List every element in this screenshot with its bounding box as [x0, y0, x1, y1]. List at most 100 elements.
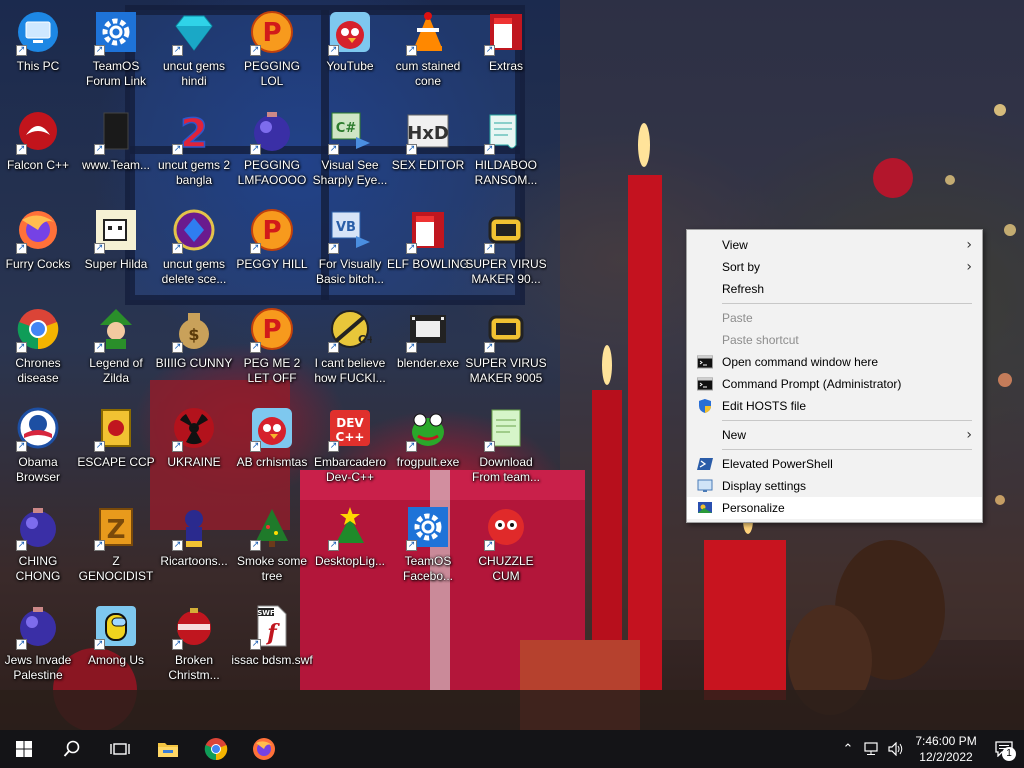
star-tree-icon: ↗ — [326, 503, 374, 551]
svg-text:Z: Z — [107, 515, 126, 545]
desktop-icon[interactable]: ↗ Chrones disease — [0, 299, 76, 393]
desktop-icon[interactable]: ↗ blender.exe — [390, 299, 466, 393]
desktop-icon[interactable]: ↗ Download From team... — [468, 398, 544, 492]
desktop-icon[interactable]: P↗ PEG ME 2 LET OFF STEAM — [234, 299, 310, 393]
desktop-icon[interactable]: ↗ Furry Cocks — [0, 200, 76, 294]
desktop-icon-label: Jews Invade Palestine — [4, 653, 72, 682]
desktop-icon[interactable]: ↗ uncut gems delete sce... — [156, 200, 232, 294]
desktop-icon[interactable]: ↗ Among Us — [78, 596, 154, 690]
desktop-icon[interactable]: ↗ UKRAINE — [156, 398, 232, 492]
desktop-icon[interactable]: ↗ www.Team... — [78, 101, 154, 195]
desktop-icon[interactable]: ↗ YouTube — [312, 2, 388, 96]
shortcut-arrow-icon: ↗ — [16, 144, 27, 155]
menu-item-elevated-powershell[interactable]: Elevated PowerShell — [687, 453, 982, 475]
gear-icon: ↗ — [92, 8, 140, 56]
desktop-icon-label: uncut gems delete sce... — [161, 257, 227, 286]
cpp-arrow-icon: C++ ↗ — [326, 305, 374, 353]
task-view-button[interactable] — [96, 730, 144, 768]
desktop-icon[interactable]: ↗ ESCAPE CCP — [77, 398, 155, 492]
menu-item-edit-hosts-file[interactable]: Edit HOSTS file — [687, 395, 982, 417]
menu-item-command-prompt-administrator[interactable]: Command Prompt (Administrator) — [687, 373, 982, 395]
menu-item-label: Elevated PowerShell — [722, 457, 833, 471]
chrome-button[interactable] — [192, 730, 240, 768]
menu-item-label: Open command window here — [722, 355, 879, 369]
chevron-up-icon[interactable]: ⌃ — [836, 730, 860, 768]
desktop-icon[interactable]: C# ↗ Visual See Sharply Eye... — [312, 101, 388, 195]
desktop-icon[interactable]: ↗ Smoke some tree — [234, 497, 310, 591]
desktop-icon[interactable]: ↗ Legend of Zilda — [78, 299, 154, 393]
shortcut-arrow-icon: ↗ — [484, 243, 495, 254]
desktop-icon[interactable]: ↗ DesktopLig... — [312, 497, 388, 591]
virus-maker-icon: ↗ — [482, 305, 530, 353]
csharp-icon: C# ↗ — [326, 107, 374, 155]
search-button[interactable] — [48, 730, 96, 768]
svg-text:DEV: DEV — [336, 416, 364, 430]
desktop-icon[interactable]: ↗ Extras — [468, 2, 544, 96]
menu-item-personalize[interactable]: Personalize — [687, 497, 982, 519]
script-icon: ↗ — [482, 107, 530, 155]
desktop-icon[interactable]: 2 ↗ uncut gems 2 bangla — [156, 101, 232, 195]
desktop-icon[interactable]: SWF f ↗ issac bdsm.swf — [231, 596, 313, 690]
devcpp-icon: DEV C++ ↗ — [326, 404, 374, 452]
desktop-icon[interactable]: ↗ Falcon C++ — [0, 101, 76, 195]
notification-count-badge: 1 — [1002, 747, 1016, 761]
desktop-icon[interactable]: HxD ↗ SEX EDITOR — [390, 101, 466, 195]
menu-item-new[interactable]: New › — [687, 424, 982, 446]
desktop-icon[interactable]: ↗ CHUZZLE CUM — [468, 497, 544, 591]
menu-item-refresh[interactable]: Refresh — [687, 278, 982, 300]
desktop-icon-label: Smoke some tree — [236, 554, 308, 583]
desktop-icon-label: Obama Browser — [15, 455, 60, 484]
desktop-icon[interactable]: ↗ Broken Christm... — [156, 596, 232, 690]
menu-item-open-command-window-here[interactable]: Open command window here — [687, 351, 982, 373]
desktop-icon[interactable]: ↗ Obama Browser — [0, 398, 76, 492]
file-explorer-button[interactable] — [144, 730, 192, 768]
menu-item-sort-by[interactable]: Sort by › — [687, 256, 982, 278]
desktop-icon[interactable]: ↗ frogpult.exe — [390, 398, 466, 492]
desktop-icon[interactable]: ↗ This PC — [0, 2, 76, 96]
desktop-icon-label: ELF BOWLING — [387, 257, 469, 271]
desktop-icon[interactable]: ↗ PEGGING LMFAOOOO — [234, 101, 310, 195]
network-icon[interactable] — [860, 730, 884, 768]
desktop-icon[interactable]: ↗ SUPER VIRUS MAKER 90... — [465, 200, 547, 294]
desktop-icon[interactable]: $ ↗ BIIIIG CUNNY — [156, 299, 232, 393]
start-button[interactable] — [0, 730, 48, 768]
desktop-icon[interactable]: P ↗ PEGGING LOL — [234, 2, 310, 96]
desktop-icon[interactable]: ↗ HILDABOO RANSOM... — [468, 101, 544, 195]
desktop-icon[interactable]: DEV C++ ↗ Embarcadero Dev-C++ — [312, 398, 388, 492]
desktop-icon[interactable]: VB ↗ For Visually Basic bitch... — [312, 200, 388, 294]
desktop-icon[interactable]: ↗ AB crhismtas — [234, 398, 310, 492]
desktop-icon-label: UKRAINE — [167, 455, 221, 469]
shortcut-arrow-icon: ↗ — [406, 144, 417, 155]
falcon-icon: ↗ — [14, 107, 62, 155]
desktop-icon-label: For Visually Basic bitch... — [315, 257, 385, 286]
desktop-icon-label: Ricartoons... — [160, 554, 228, 568]
desktop-icon[interactable]: ↗ Super Hilda — [78, 200, 154, 294]
shortcut-arrow-icon: ↗ — [406, 441, 417, 452]
taskbar: ⌃ 7:46:00 PM 12/2/2022 1 — [0, 730, 1024, 768]
notification-center-button[interactable]: 1 — [984, 730, 1024, 768]
desktop-icon[interactable]: ↗ TeamOS Facebo... — [390, 497, 466, 591]
desktop-icon[interactable]: P ↗ PEGGY HILL — [234, 200, 310, 294]
desktop-icon[interactable]: ↗ ELF BOWLING — [387, 200, 469, 294]
desktop-icon[interactable]: C++ ↗ I cant believe how FUCKI... — [312, 299, 388, 393]
desktop-icon-label: uncut gems hindi — [162, 59, 226, 88]
menu-item-display-settings[interactable]: Display settings — [687, 475, 982, 497]
desktop-icon[interactable]: ↗ TeamOS Forum Link — [78, 2, 154, 96]
menu-item-label: View — [722, 238, 748, 252]
ricardo-icon: ↗ — [170, 503, 218, 551]
desktop-icon[interactable]: ↗ Jews Invade Palestine — [0, 596, 76, 690]
uac-shield-icon — [697, 398, 713, 414]
firefox-button[interactable] — [240, 730, 288, 768]
menu-item-view[interactable]: View › — [687, 234, 982, 256]
desktop-icon[interactable]: ↗ cum stained cone — [390, 2, 466, 96]
desktop-icon-label: PEG ME 2 LET OFF STEAM — [243, 356, 301, 385]
desktop-icon[interactable]: ↗ Ricartoons... — [156, 497, 232, 591]
desktop-icon[interactable]: ↗ SUPER VIRUS MAKER 9005 — [465, 299, 547, 393]
desktop-icon[interactable]: ↗ CHING CHONG — [0, 497, 76, 591]
chevron-right-icon: › — [966, 259, 972, 275]
volume-icon[interactable] — [884, 730, 908, 768]
chrome-icon: ↗ — [14, 305, 62, 353]
clock[interactable]: 7:46:00 PM 12/2/2022 — [908, 730, 984, 768]
desktop-icon[interactable]: ↗ uncut gems hindi — [156, 2, 232, 96]
desktop-icon[interactable]: Z ↗ Z GENOCIDIST — [78, 497, 154, 591]
